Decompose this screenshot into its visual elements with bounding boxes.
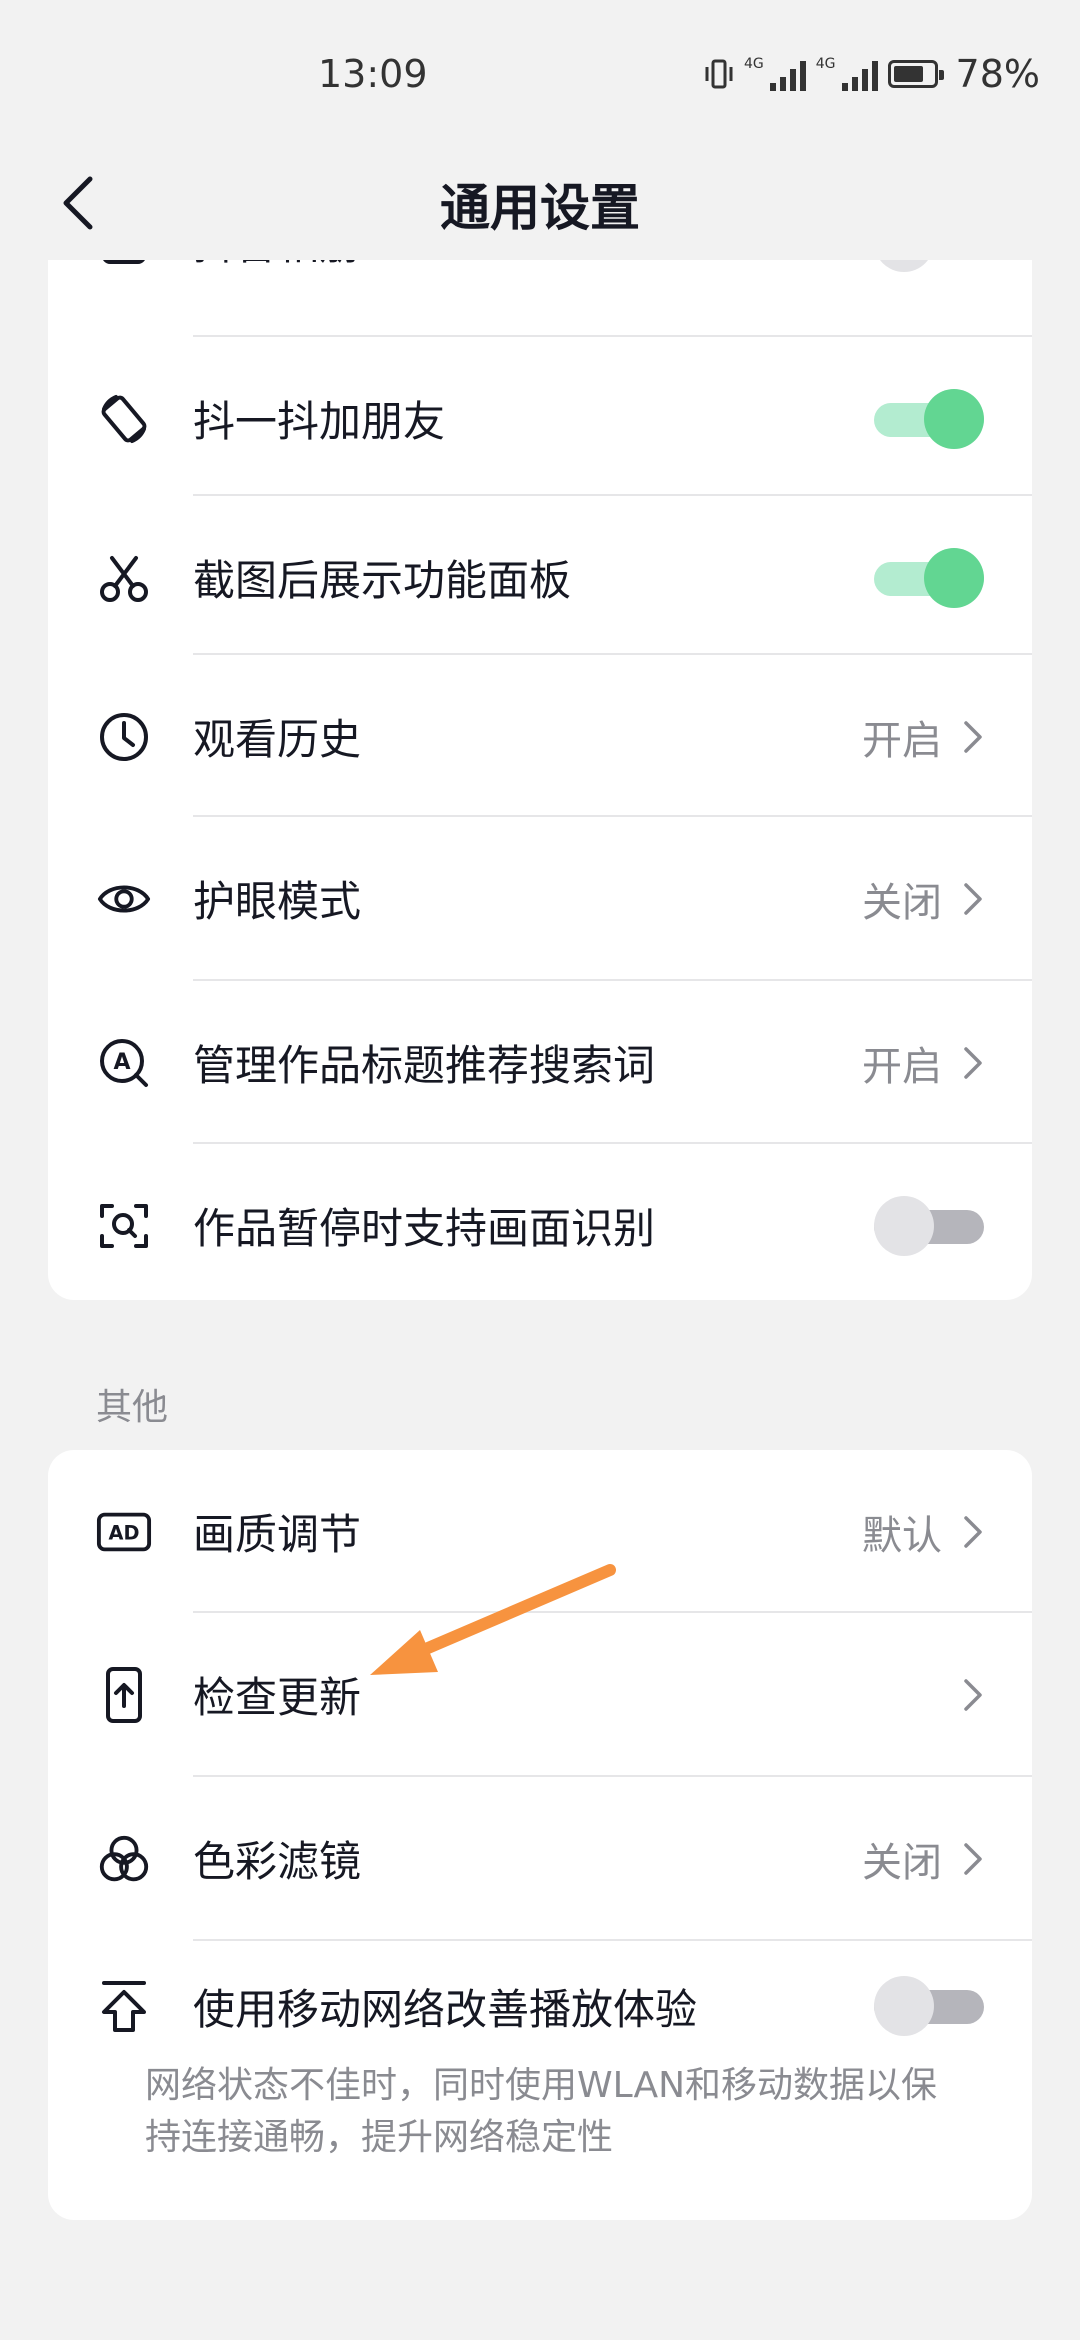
pause-recognition-toggle[interactable] [874,1195,984,1257]
signal-icon-2: 4G [816,57,878,91]
settings-row-shake-add-friend[interactable]: 抖一抖加朋友 [48,337,1032,500]
battery-percent: 78% [955,52,1040,96]
settings-row-label: 检查更新 [193,1673,362,1722]
settings-row-value: 默认 [862,1512,942,1559]
signal-icon: 4G [744,57,806,91]
settings-row-value: 关闭 [862,1839,942,1886]
mobile-network-boost-description: 网络状态不佳时，同时使用WLAN和移动数据以保持连接通畅，提升网络稳定性 [145,2065,938,2158]
chevron-right-icon [958,1512,988,1552]
settings-row-value: 关闭 [862,879,942,926]
settings-row-search-terms[interactable]: A 管理作品标题推荐搜索词 开启 [48,981,1032,1144]
annotation-arrow-icon [370,1564,616,1675]
eye-icon [96,871,152,927]
settings-row-color-filter[interactable]: 色彩滤镜 关闭 [48,1777,1032,1940]
settings-row-label: 管理作品标题推荐搜索词 [193,1041,656,1090]
ad-icon: AD [96,1504,152,1560]
clock-icon [96,709,152,765]
settings-row-label: 抖一抖加朋友 [193,397,446,446]
shake-add-friend-toggle[interactable] [874,388,984,450]
battery-icon [887,60,944,88]
settings-row-label: 护眼模式 [193,877,362,926]
album-toggle[interactable] [874,260,984,273]
settings-row-label: 作品暂停时支持画面识别 [193,1204,656,1253]
chevron-right-icon [958,1043,988,1083]
chevron-right-icon [958,1675,988,1715]
status-bar: 13:09 4G 4G 78% [0,0,1080,150]
settings-card-general: 抖音相册 抖一抖加朋友 截图后展示功能面板 [48,260,1032,1300]
settings-row-value: 开启 [862,717,942,764]
upload-arrow-icon [96,1978,152,2034]
settings-row-label: 截图后展示功能面板 [193,556,572,605]
settings-row-label: 色彩滤镜 [193,1837,362,1886]
mobile-network-boost-toggle[interactable] [874,1975,984,2037]
settings-row-screenshot-panel[interactable]: 截图后展示功能面板 [48,496,1032,659]
settings-row-label: 使用移动网络改善播放体验 [193,1984,698,2034]
nav-bar: 通用设置 [0,150,1080,260]
settings-row-eye-care[interactable]: 护眼模式 关闭 [48,817,1032,980]
section-title-other: 其他 [96,1387,169,1428]
chevron-right-icon [958,1839,988,1879]
status-icons: 4G 4G 78% [704,52,1040,96]
screenshot-panel-toggle[interactable] [874,547,984,609]
vibrate-icon [705,59,733,89]
album-icon [96,260,152,270]
svg-text:A: A [113,1050,130,1075]
svg-text:AD: AD [109,1521,140,1544]
settings-row-mobile-network-boost[interactable]: 使用移动网络改善播放体验 [48,1941,1032,2071]
settings-row-pause-recognition[interactable]: 作品暂停时支持画面识别 [48,1144,1032,1300]
color-filter-icon [96,1831,152,1887]
chevron-right-icon [958,717,988,757]
settings-row-value: 开启 [862,1043,942,1090]
network-type-1: 4G [744,56,764,72]
page-title: 通用设置 [440,179,640,237]
phone-upload-icon [96,1666,152,1723]
network-type-2: 4G [815,56,836,72]
search-a-icon: A [96,1035,152,1091]
settings-row-label: 抖音相册 [193,260,361,272]
settings-row-watch-history[interactable]: 观看历史 开启 [48,655,1032,818]
scan-icon [96,1198,152,1254]
settings-row-album[interactable]: 抖音相册 [48,260,1032,323]
scissors-icon [96,550,152,606]
shake-icon [96,391,152,447]
settings-row-label: 画质调节 [193,1510,362,1559]
chevron-right-icon [958,879,988,919]
settings-row-label: 观看历史 [193,715,362,764]
status-time: 13:09 [318,52,428,96]
